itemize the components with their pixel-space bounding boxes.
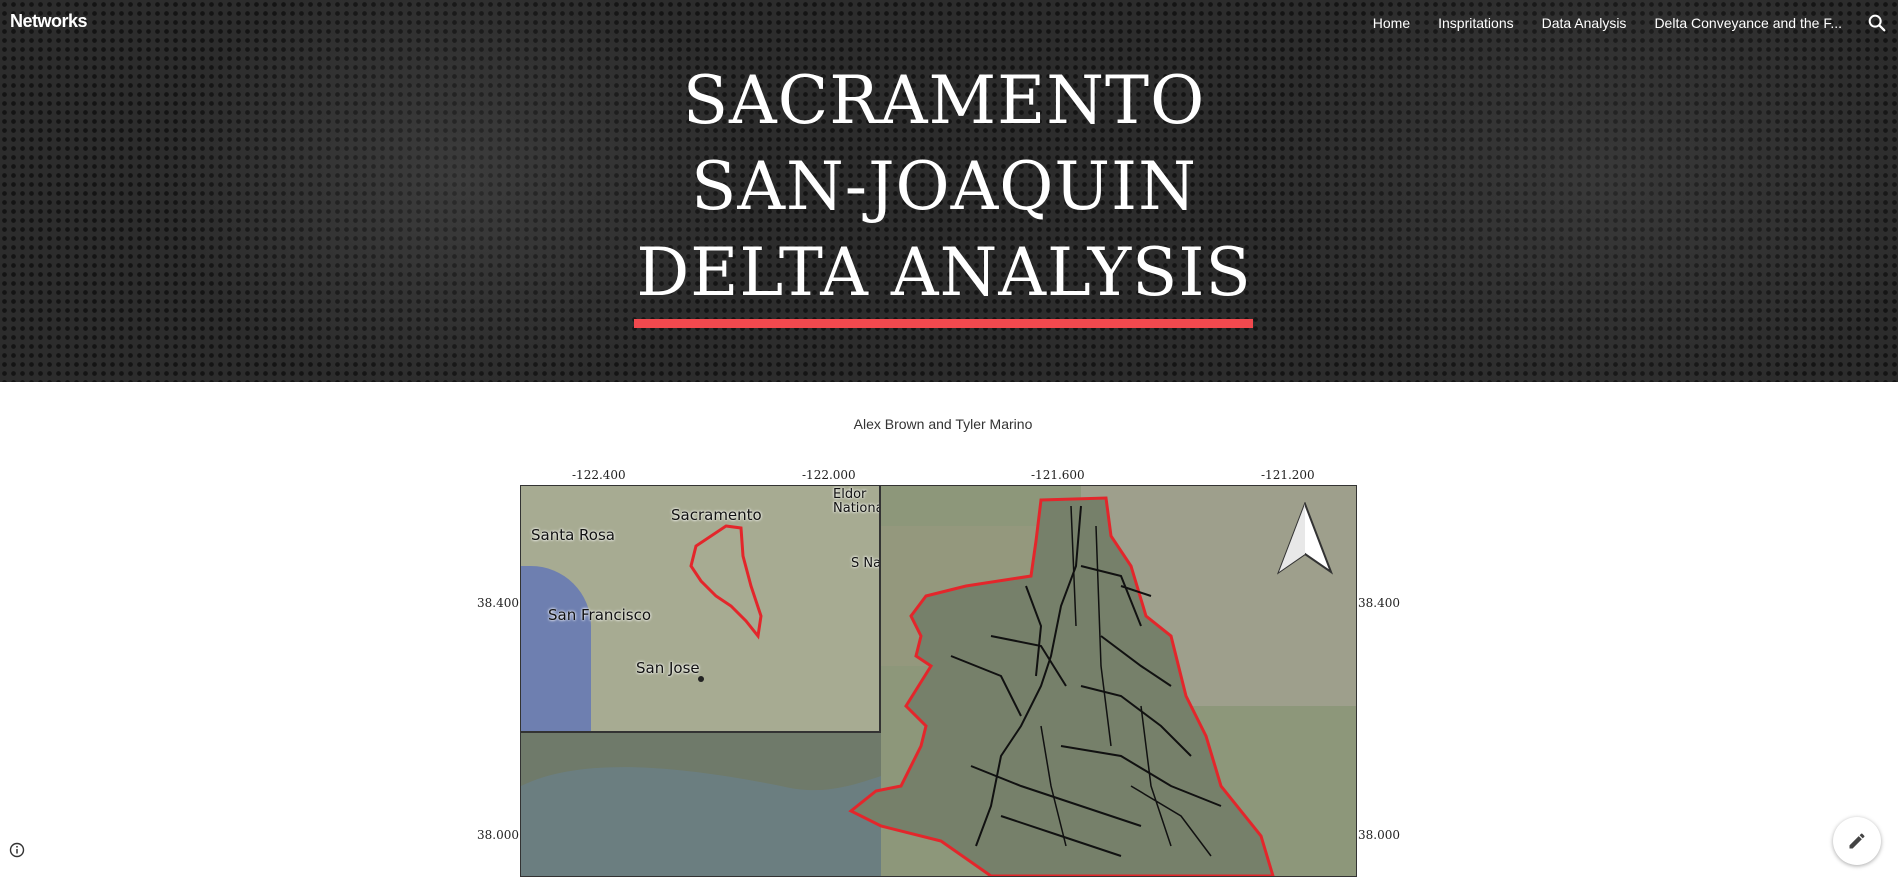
pencil-icon — [1849, 833, 1865, 849]
latitude-tick: 38.400 — [477, 596, 519, 610]
north-arrow-icon — [1276, 502, 1334, 575]
title-underline — [634, 319, 1253, 328]
title-line: DELTA ANALYSIS — [636, 234, 1252, 311]
inset-map: Sacramento Santa Rosa San Francisco San … — [521, 486, 881, 733]
latitude-tick: 38.000 — [1358, 828, 1400, 842]
inset-label: S Nat — [851, 556, 881, 571]
title-line: SACRAMENTO — [682, 62, 1206, 139]
inset-label: San Jose — [636, 659, 700, 677]
inset-label: Sacramento — [671, 506, 762, 524]
top-navigation: Home Inspritations Data Analysis Delta C… — [1373, 15, 1842, 31]
inset-label: Eldor National — [833, 487, 879, 516]
longitude-tick: -121.200 — [1261, 468, 1315, 482]
inset-label: Santa Rosa — [531, 526, 615, 544]
title-line: SAN-JOAQUIN — [691, 148, 1197, 225]
inset-label: San Francisco — [548, 606, 652, 624]
info-icon[interactable] — [9, 842, 25, 858]
page-title: SACRAMENTO SAN-JOAQUIN DELTA ANALYSIS — [0, 58, 1888, 316]
latitude-tick: 38.000 — [477, 828, 519, 842]
authors-text: Alex Brown and Tyler Marino — [853, 416, 1033, 432]
longitude-tick: -121.600 — [1031, 468, 1085, 482]
search-icon[interactable] — [1866, 12, 1888, 34]
nav-item-inspritations[interactable]: Inspritations — [1438, 15, 1513, 31]
latitude-tick: 38.400 — [1358, 596, 1400, 610]
delta-map-figure: -122.400 -122.000 -121.600 -121.200 38.4… — [470, 465, 1410, 877]
nav-item-home[interactable]: Home — [1373, 15, 1410, 31]
site-title[interactable]: Networks — [10, 11, 88, 32]
satellite-map: Sacramento Santa Rosa San Francisco San … — [520, 485, 1357, 877]
hero-banner: Networks Home Inspritations Data Analysi… — [0, 0, 1898, 382]
nav-item-delta-conveyance[interactable]: Delta Conveyance and the F... — [1654, 15, 1842, 31]
nav-item-data-analysis[interactable]: Data Analysis — [1542, 15, 1627, 31]
longitude-tick: -122.000 — [802, 468, 856, 482]
longitude-tick: -122.400 — [572, 468, 626, 482]
edit-button[interactable] — [1833, 817, 1881, 865]
